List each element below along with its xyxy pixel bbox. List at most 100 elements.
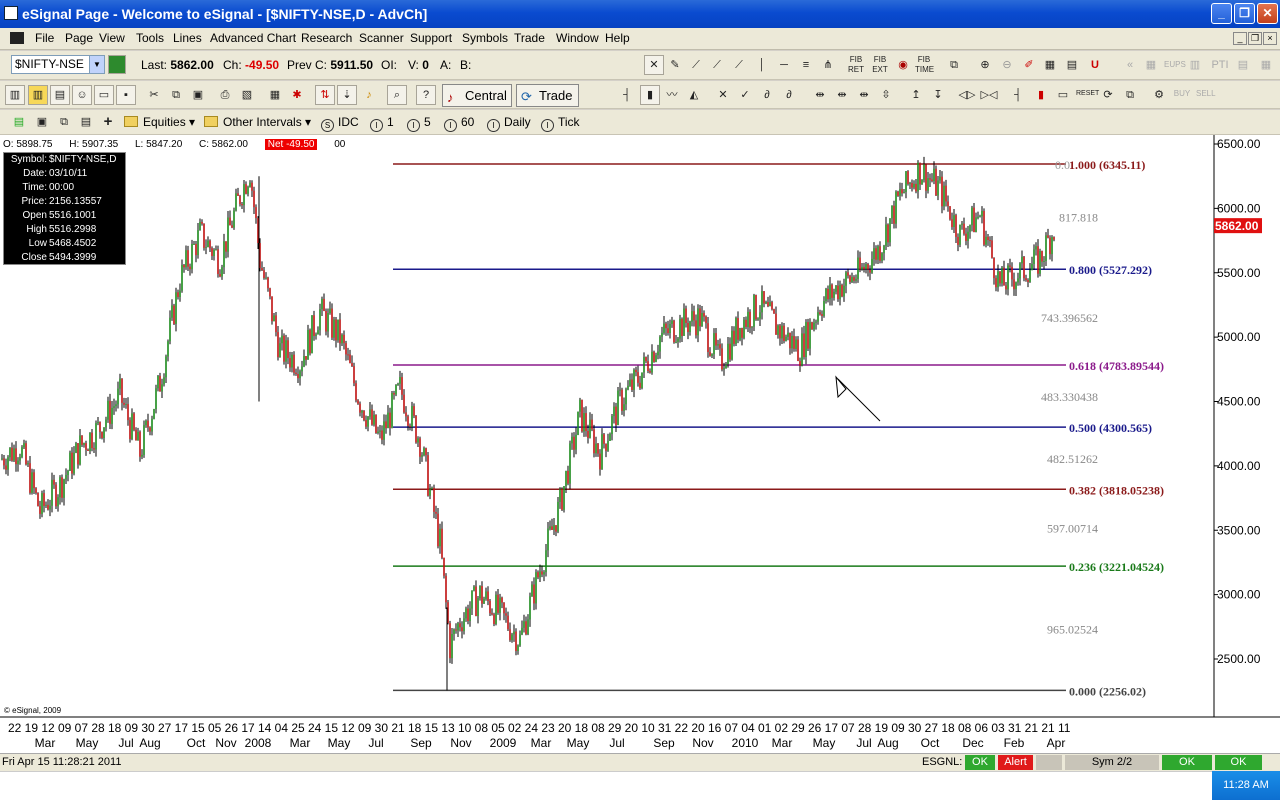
copy-window-icon[interactable]: ⧉ [944, 55, 964, 75]
menu-advanced-chart[interactable]: Advanced Chart [210, 31, 296, 45]
cut-icon[interactable]: ✂ [144, 85, 164, 105]
print-icon[interactable]: ⎙ [215, 85, 235, 105]
mdi-close-button[interactable]: × [1263, 32, 1277, 45]
renko-icon[interactable]: ∂ [757, 85, 777, 105]
menu-tools[interactable]: Tools [136, 31, 164, 45]
down-arrow-icon[interactable]: ⇣ [337, 85, 357, 105]
horizontal-line-icon[interactable]: ─ [774, 55, 794, 75]
symbol-select[interactable]: $NIFTY-NSE ▼ [11, 55, 105, 74]
grid-icon[interactable]: ▦ [1040, 55, 1060, 75]
mdi-restore-button[interactable]: ❐ [1248, 32, 1262, 45]
trade-button[interactable]: ⟳ Trade [516, 84, 579, 107]
scroll-left-icon[interactable]: « [1120, 55, 1140, 75]
interval-daily[interactable]: I Daily [487, 115, 531, 132]
data-feed-ok[interactable]: OK [1215, 755, 1262, 770]
link-group-icon[interactable]: ▤ [9, 112, 29, 132]
expand-icon[interactable]: ⇹ [832, 85, 852, 105]
settings-icon[interactable]: ⚙ [1149, 85, 1169, 105]
ray-icon[interactable]: ⟋ [707, 55, 727, 75]
calendar-icon[interactable]: ▥ [1185, 55, 1205, 75]
app-icon[interactable] [4, 6, 18, 20]
link-icon[interactable] [108, 55, 126, 74]
add-icon[interactable]: + [98, 112, 118, 132]
cursor-cross-icon[interactable]: ✕ [644, 55, 664, 75]
page-icon[interactable]: ▣ [32, 112, 52, 132]
calculator-icon[interactable]: ▦ [265, 85, 285, 105]
interval-5[interactable]: I5 [407, 115, 431, 132]
connection-ok[interactable]: OK [1162, 755, 1212, 770]
esignal-status-ok[interactable]: OK [965, 755, 995, 770]
central-button[interactable]: ♪ Central [442, 84, 512, 107]
menu-symbols[interactable]: Symbols [462, 31, 508, 45]
extended-line-icon[interactable]: ⟋ [729, 55, 749, 75]
list-icon[interactable]: ▤ [1233, 55, 1253, 75]
open-folder-icon[interactable]: ▭ [94, 85, 114, 105]
channel-icon[interactable]: ≡ [796, 55, 816, 75]
zoom-in-icon[interactable]: ⊕ [975, 55, 995, 75]
fib-extension-icon[interactable]: FIB EXT [870, 54, 890, 74]
unit-icon[interactable]: U [1085, 55, 1105, 75]
print-preview-icon[interactable]: ▧ [237, 85, 257, 105]
eraser-icon[interactable]: ✐ [1019, 55, 1039, 75]
fib-retracement-icon[interactable]: FIB RET [846, 54, 866, 74]
interval-60[interactable]: I 60 [444, 115, 474, 132]
color-icon[interactable]: ▮ [1031, 85, 1051, 105]
fib-time-icon[interactable]: FIB TIME [914, 54, 934, 74]
menu-trade[interactable]: Trade [514, 31, 545, 45]
andrews-pitchfork-icon[interactable]: ⋔ [818, 55, 838, 75]
search-icon[interactable]: ⌕ [387, 85, 407, 105]
properties-icon[interactable]: ▤ [1062, 55, 1082, 75]
scroll-left-icon-2[interactable]: ◁▷ [957, 85, 977, 105]
candle-style-icon[interactable]: ▮ [640, 85, 660, 105]
refresh-icon[interactable]: ⟳ [1098, 85, 1118, 105]
up-down-arrows-icon[interactable]: ⇅ [315, 85, 335, 105]
system-tray-clock[interactable]: 11:28 AM [1212, 771, 1280, 800]
chart-area[interactable]: 6500.00 6000.00 5500.00 5000.00 4500.00 4000.… [0, 135, 1280, 757]
menu-window[interactable]: Window [556, 31, 599, 45]
menu-file[interactable]: File [35, 31, 54, 45]
mountain-style-icon[interactable]: ◭ [684, 85, 704, 105]
pages-icon[interactable]: ⧉ [54, 112, 74, 132]
menu-page[interactable]: Page [65, 31, 93, 45]
close-button[interactable]: ✕ [1257, 3, 1278, 24]
buy-button[interactable]: BUY [1172, 84, 1192, 104]
menu-help[interactable]: Help [605, 31, 630, 45]
eups-icon[interactable]: EUPS [1163, 55, 1186, 75]
people-icon[interactable]: ☺ [72, 85, 92, 105]
sell-button[interactable]: SELL [1195, 84, 1216, 104]
quote-window-icon[interactable]: ▤ [50, 85, 70, 105]
equities-dropdown[interactable]: Equities ▾ [124, 115, 195, 129]
interval-icon[interactable]: ▭ [1053, 85, 1073, 105]
scroll-right-icon[interactable]: ▷◁ [979, 85, 999, 105]
copy-icon[interactable]: ⧉ [166, 85, 186, 105]
pencil-icon[interactable]: ✎ [665, 55, 685, 75]
line-style-icon[interactable]: 〰 [662, 85, 682, 105]
bar-chart-icon[interactable]: ▥ [5, 85, 25, 105]
menu-scanner[interactable]: Scanner [359, 31, 404, 45]
bar-style-icon[interactable]: ┤ [617, 85, 637, 105]
compress-icon[interactable]: ⇹ [810, 85, 830, 105]
crosshair-icon[interactable]: ┤ [1008, 85, 1028, 105]
table-icon[interactable]: ▦ [1141, 55, 1161, 75]
menu-view[interactable]: View [99, 31, 125, 45]
chart-icon[interactable]: ▥ [28, 85, 48, 105]
minimize-button[interactable]: _ [1211, 3, 1232, 24]
help-icon[interactable]: ? [416, 85, 436, 105]
scroll-up-icon[interactable]: ↥ [906, 85, 926, 105]
fib-arc-icon[interactable]: ◉ [893, 55, 913, 75]
price-chart[interactable]: 6500.00 6000.00 5500.00 5000.00 4500.00 4000.… [0, 135, 1280, 755]
page-settings-icon[interactable]: ▤ [76, 112, 96, 132]
point-figure-icon[interactable]: ✕ [713, 85, 733, 105]
interval-tick[interactable]: I Tick [541, 115, 580, 132]
interval-idc[interactable]: S IDC [321, 115, 359, 132]
menu-research[interactable]: Research [301, 31, 352, 45]
kagi-icon[interactable]: ✓ [735, 85, 755, 105]
menu-support[interactable]: Support [410, 31, 452, 45]
scale-icon[interactable]: ⇳ [876, 85, 896, 105]
bug-icon[interactable]: ✱ [287, 85, 307, 105]
paste-icon[interactable]: ▣ [188, 85, 208, 105]
scroll-down-icon[interactable]: ↧ [928, 85, 948, 105]
reset-icon[interactable]: RESET [1075, 84, 1099, 104]
chevron-down-icon[interactable]: ▼ [89, 56, 104, 73]
alert-status[interactable]: Alert [998, 755, 1033, 770]
